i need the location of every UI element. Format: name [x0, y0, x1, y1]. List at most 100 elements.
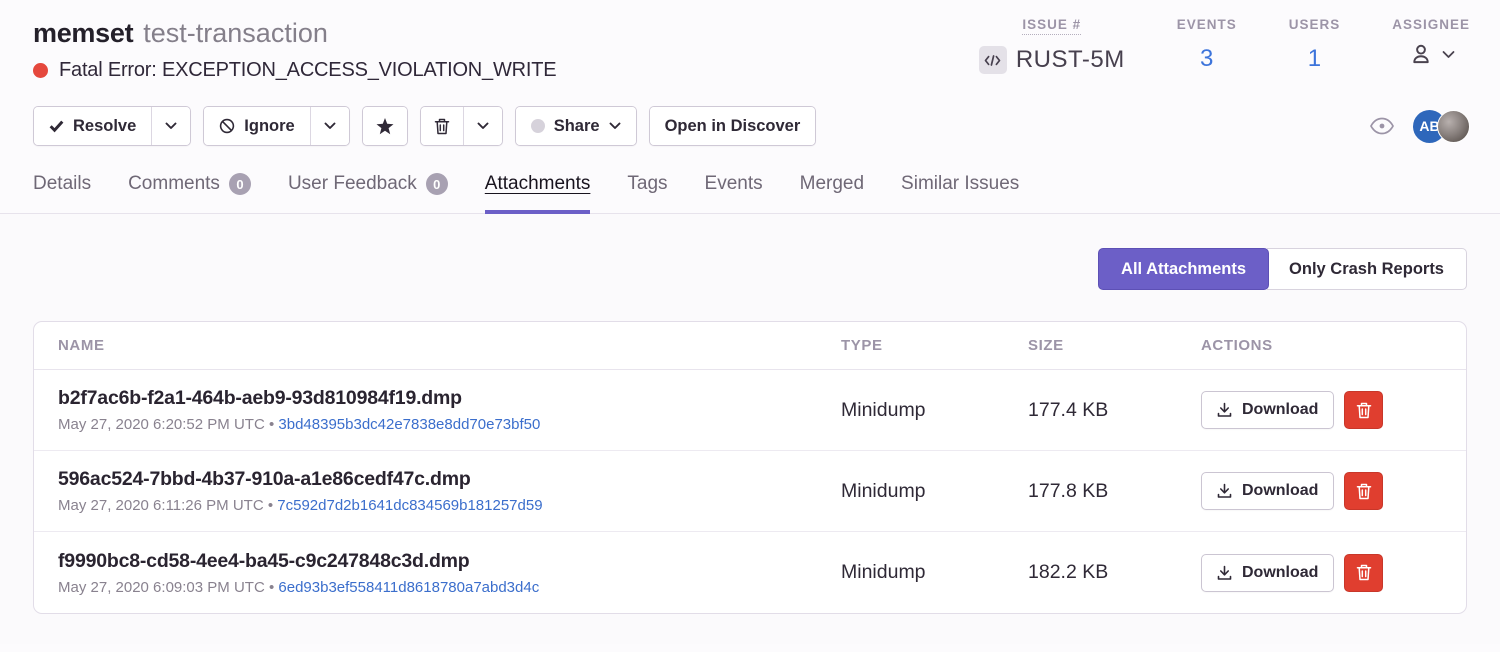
attachment-date: May 27, 2020 6:09:03 PM UTC [58, 579, 265, 596]
issue-transaction: test-transaction [143, 18, 328, 48]
resolve-dropdown-button[interactable] [151, 107, 190, 145]
bookmark-button-group [362, 106, 408, 146]
ban-icon [219, 118, 235, 134]
discover-button-group: Open in Discover [649, 106, 817, 146]
trash-icon [1356, 402, 1372, 419]
avatar-photo[interactable] [1437, 110, 1470, 143]
delete-attachment-button[interactable] [1344, 554, 1383, 592]
tab-similar-issues[interactable]: Similar Issues [901, 173, 1019, 214]
attachment-type: Minidump [841, 399, 1028, 422]
events-label: EVENTS [1177, 17, 1237, 32]
share-button[interactable]: Share [516, 107, 636, 145]
code-icon [979, 46, 1007, 74]
column-header-size: SIZE [1028, 337, 1201, 354]
check-icon [49, 120, 64, 133]
tab-merged[interactable]: Merged [800, 173, 864, 214]
attachment-name-cell: b2f7ac6b-f2a1-464b-aeb9-93d810984f19.dmp… [58, 387, 841, 433]
open-in-discover-button[interactable]: Open in Discover [650, 107, 816, 145]
event-id-link[interactable]: 7c592d7d2b1641dc834569b181257d59 [277, 497, 542, 514]
subscribe-eye-icon[interactable] [1369, 116, 1395, 136]
attachment-name-cell: f9990bc8-cd58-4ee4-ba45-c9c247848c3d.dmp… [58, 550, 841, 596]
tab-comments[interactable]: Comments0 [128, 173, 251, 214]
attachment-date: May 27, 2020 6:20:52 PM UTC [58, 416, 265, 433]
tab-label: Tags [627, 173, 667, 195]
action-toolbar: Resolve Ignore [0, 106, 1500, 146]
meta-separator: • [269, 416, 274, 433]
users-count[interactable]: 1 [1289, 45, 1341, 73]
delete-attachment-button[interactable] [1344, 391, 1383, 429]
download-icon [1217, 565, 1232, 581]
attachment-date: May 27, 2020 6:11:26 PM UTC [58, 497, 264, 514]
share-status-dot-icon [531, 119, 545, 133]
attachment-name-cell: 596ac524-7bbd-4b37-910a-a1e86cedf47c.dmp… [58, 468, 841, 514]
tab-label: Events [705, 173, 763, 195]
attachment-filename: f9990bc8-cd58-4ee4-ba45-c9c247848c3d.dmp [58, 550, 841, 573]
attachment-size: 182.2 KB [1028, 561, 1201, 584]
trash-icon [1356, 564, 1372, 581]
table-row: b2f7ac6b-f2a1-464b-aeb9-93d810984f19.dmp… [34, 370, 1466, 451]
issue-page: memset test-transaction Fatal Error: EXCE… [0, 0, 1500, 652]
resolve-label: Resolve [73, 117, 136, 136]
attachment-type: Minidump [841, 561, 1028, 584]
attachment-actions: Download [1201, 472, 1466, 510]
download-button[interactable]: Download [1201, 554, 1334, 592]
ignore-button[interactable]: Ignore [204, 107, 309, 145]
download-button[interactable]: Download [1201, 391, 1334, 429]
bookmark-star-button[interactable] [363, 107, 407, 145]
attachments-panel: All Attachments Only Crash Reports NAME … [0, 214, 1500, 644]
attachment-size: 177.4 KB [1028, 399, 1201, 422]
event-id-link[interactable]: 6ed93b3ef558411d8618780a7abd3d4c [278, 579, 539, 596]
tab-user-feedback[interactable]: User Feedback0 [288, 173, 448, 214]
attachment-meta: May 27, 2020 6:11:26 PM UTC • 7c592d7d2b… [58, 497, 841, 514]
ignore-label: Ignore [244, 117, 294, 136]
trash-icon [434, 118, 450, 135]
issue-header: memset test-transaction Fatal Error: EXCE… [0, 0, 1500, 82]
issue-number-label: ISSUE # [1022, 17, 1081, 35]
event-id-link[interactable]: 3bd48395b3dc42e7838e8dd70e73bf50 [278, 416, 540, 433]
filter-only-crash-reports-button[interactable]: Only Crash Reports [1267, 248, 1467, 290]
resolve-button-group: Resolve [33, 106, 191, 146]
toolbar-right: AB [1369, 110, 1470, 143]
issue-title-block: memset test-transaction Fatal Error: EXCE… [33, 16, 556, 82]
download-label: Download [1242, 564, 1318, 582]
delete-dropdown-button[interactable] [463, 107, 502, 145]
issue-culprit: memset [33, 18, 133, 48]
issue-short-id-text: RUST-5M [1016, 46, 1125, 74]
download-label: Download [1242, 482, 1318, 500]
tab-events[interactable]: Events [705, 173, 763, 214]
star-icon [376, 118, 394, 135]
download-icon [1217, 483, 1232, 499]
users-label: USERS [1289, 17, 1341, 32]
error-line: Fatal Error: EXCEPTION_ACCESS_VIOLATION_… [33, 59, 556, 82]
error-level-dot [33, 63, 48, 78]
attachment-meta: May 27, 2020 6:09:03 PM UTC • 6ed93b3ef5… [58, 579, 841, 596]
tab-label: Attachments [485, 173, 591, 195]
delete-issue-button[interactable] [421, 107, 463, 145]
resolve-button[interactable]: Resolve [34, 107, 151, 145]
attachments-filter-row: All Attachments Only Crash Reports [0, 214, 1500, 290]
events-count[interactable]: 3 [1177, 45, 1237, 73]
download-button[interactable]: Download [1201, 472, 1334, 510]
attachment-filename: b2f7ac6b-f2a1-464b-aeb9-93d810984f19.dmp [58, 387, 841, 410]
stat-users: USERS 1 [1289, 16, 1341, 73]
tab-details[interactable]: Details [33, 173, 91, 214]
delete-button-group [420, 106, 503, 146]
tab-attachments[interactable]: Attachments [485, 173, 591, 214]
issue-title: memset test-transaction [33, 16, 556, 50]
toolbar-buttons: Resolve Ignore [33, 106, 816, 146]
delete-attachment-button[interactable] [1344, 472, 1383, 510]
attachment-filename: 596ac524-7bbd-4b37-910a-a1e86cedf47c.dmp [58, 468, 841, 491]
assignee-selector[interactable] [1392, 41, 1470, 67]
attachment-type: Minidump [841, 480, 1028, 503]
issue-short-id[interactable]: RUST-5M [979, 46, 1125, 74]
attachment-meta: May 27, 2020 6:20:52 PM UTC • 3bd48395b3… [58, 416, 841, 433]
filter-all-attachments-button[interactable]: All Attachments [1098, 248, 1269, 290]
chevron-down-icon [1442, 50, 1455, 59]
ignore-dropdown-button[interactable] [310, 107, 349, 145]
tab-label: Similar Issues [901, 173, 1019, 195]
column-header-type: TYPE [841, 337, 1028, 354]
feedback-count-badge: 0 [426, 173, 448, 195]
issue-tabs: Details Comments0 User Feedback0 Attachm… [0, 173, 1500, 214]
tab-tags[interactable]: Tags [627, 173, 667, 214]
attachment-size: 177.8 KB [1028, 480, 1201, 503]
